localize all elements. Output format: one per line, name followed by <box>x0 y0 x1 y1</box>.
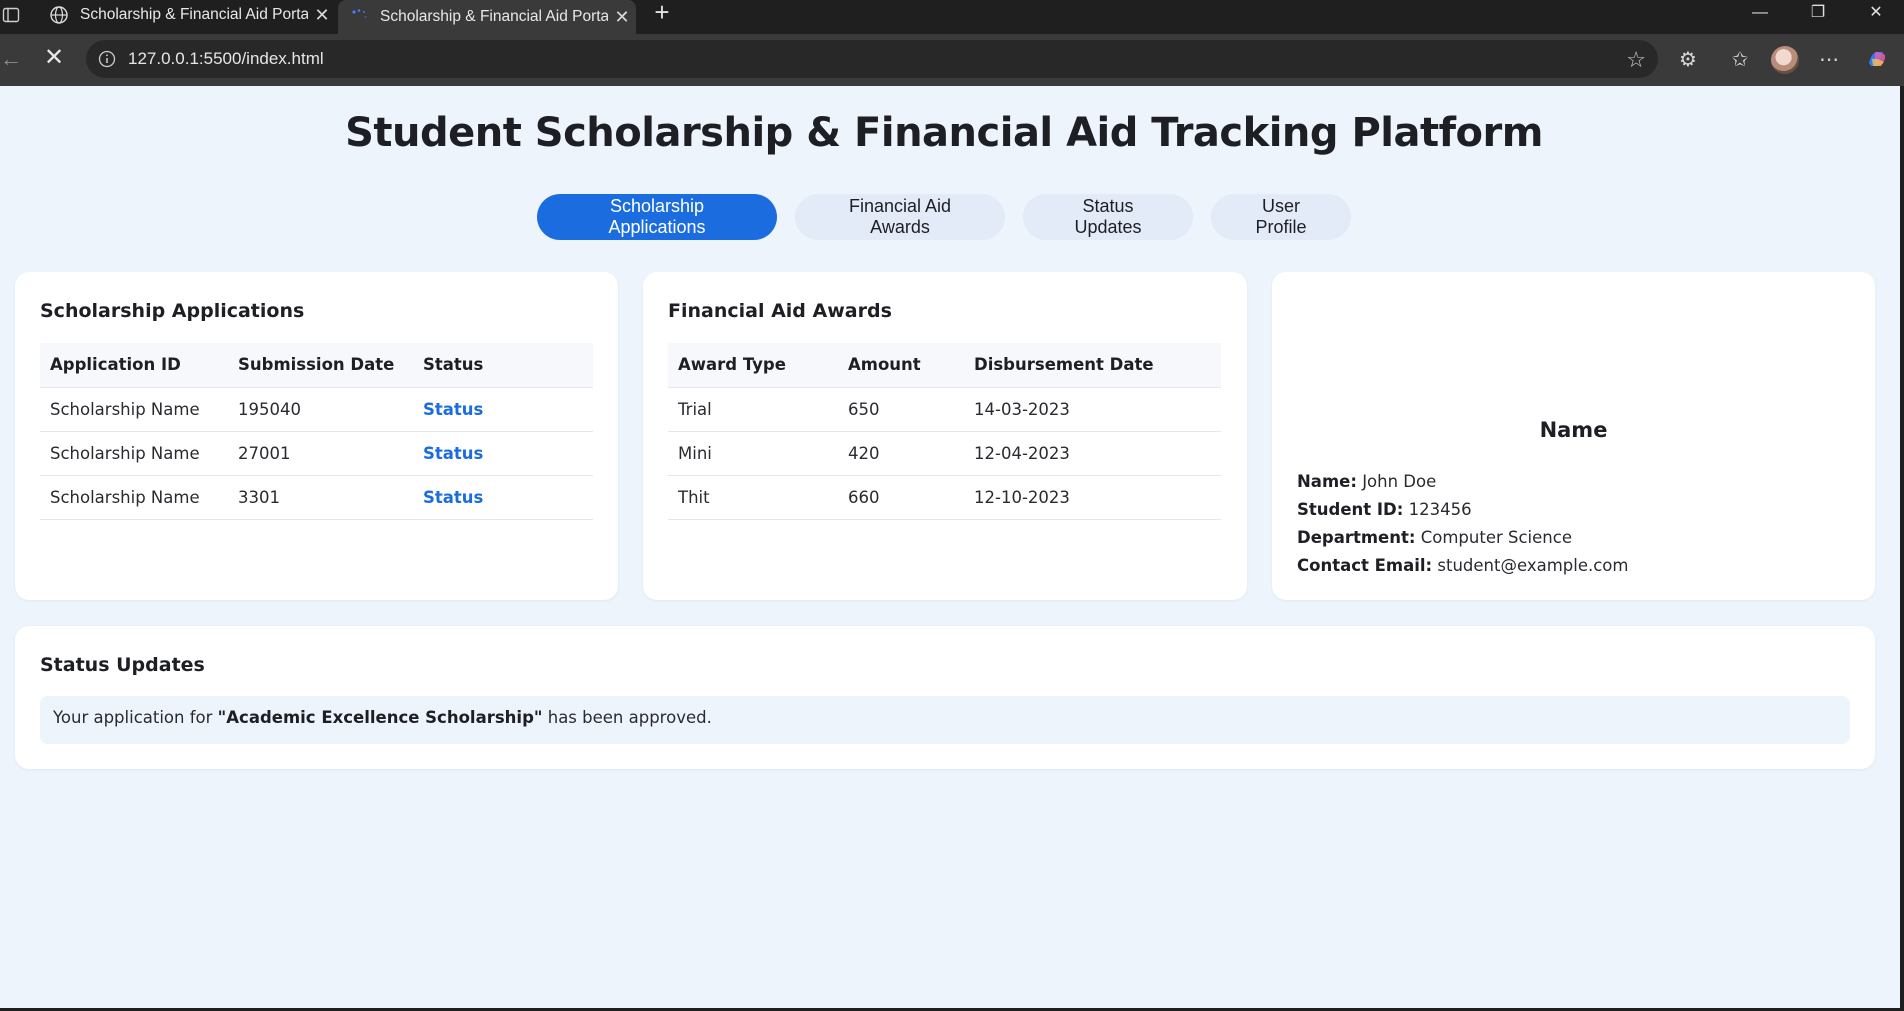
restore-icon[interactable]: ❐ <box>1790 0 1846 28</box>
submission-date: 3301 <box>228 475 413 520</box>
submission-date: 27001 <box>228 431 413 476</box>
avatar[interactable] <box>1771 46 1799 74</box>
field-value: John Doe <box>1362 472 1437 491</box>
profile-heading: Name <box>1539 418 1608 442</box>
message-suffix: has been approved. <box>547 708 712 727</box>
status-updates-heading: Status Updates <box>40 654 205 676</box>
url-text[interactable]: 127.0.0.1:5500/index.html <box>128 49 324 69</box>
applications-table: Application ID Submission Date Status Sc… <box>40 343 593 520</box>
profile-field: Department: Computer Science <box>1297 524 1628 552</box>
award-amount: 650 <box>838 387 964 432</box>
window-border <box>1900 86 1904 1011</box>
awards-heading: Financial Aid Awards <box>668 300 892 322</box>
award-type: Thit <box>668 475 838 520</box>
tab-title: Scholarship & Financial Aid Portal <box>80 6 308 23</box>
status-link[interactable]: Status <box>423 444 483 463</box>
application-name: Scholarship Name <box>40 387 228 432</box>
application-name: Scholarship Name <box>40 475 228 520</box>
sidebar-toggle-icon[interactable] <box>2 6 22 26</box>
browser-tab-bar: Scholarship & Financial Aid Portal ✕ Sch… <box>0 0 1904 34</box>
column-header: Application ID <box>40 343 228 388</box>
browser-tab-2[interactable]: Scholarship & Financial Aid Portal ✕ <box>338 0 636 34</box>
column-header: Award Type <box>668 343 838 388</box>
globe-icon <box>48 4 70 26</box>
browser-toolbar: ← ✕ 127.0.0.1:5500/index.html ☆ ⚙ ✩ ⋯ <box>0 34 1904 86</box>
award-type: Mini <box>668 431 838 476</box>
profile-field: Contact Email: student@example.com <box>1297 552 1628 580</box>
award-amount: 420 <box>838 431 964 476</box>
tab-user-profile[interactable]: User Profile <box>1211 194 1351 240</box>
section-nav: Scholarship Applications Financial Aid A… <box>0 194 1888 240</box>
disbursement-date: 12-04-2023 <box>964 431 1221 476</box>
stop-icon[interactable]: ✕ <box>44 45 66 71</box>
close-icon[interactable]: ✕ <box>608 7 636 28</box>
award-type: Trial <box>668 387 838 432</box>
column-header: Status <box>413 343 593 388</box>
close-icon[interactable]: ✕ <box>1848 0 1904 28</box>
minimize-icon[interactable]: — <box>1732 0 1788 28</box>
star-icon[interactable]: ☆ <box>1626 47 1646 73</box>
close-icon[interactable]: ✕ <box>308 5 336 26</box>
status-link[interactable]: Status <box>423 400 483 419</box>
tab-financial-aid-awards[interactable]: Financial Aid Awards <box>795 194 1005 240</box>
table-row: Scholarship Name 195040 Status <box>40 387 593 432</box>
copilot-icon[interactable] <box>1864 47 1890 73</box>
column-header: Amount <box>838 343 964 388</box>
field-label: Department: <box>1297 528 1416 547</box>
table-row: Thit 660 12-10-2023 <box>668 475 1221 520</box>
column-header: Submission Date <box>228 343 413 388</box>
page-viewport: Student Scholarship & Financial Aid Trac… <box>0 86 1900 1008</box>
status-update-message: Your application for "Academic Excellenc… <box>40 696 1850 744</box>
awards-table: Award Type Amount Disbursement Date Tria… <box>668 343 1221 520</box>
disbursement-date: 12-10-2023 <box>964 475 1221 520</box>
column-header: Disbursement Date <box>964 343 1221 388</box>
message-prefix: Your application for <box>53 708 213 727</box>
field-label: Name: <box>1297 472 1357 491</box>
table-header-row: Award Type Amount Disbursement Date <box>668 343 1221 388</box>
address-bar[interactable]: 127.0.0.1:5500/index.html ☆ <box>86 40 1658 78</box>
extensions-icon[interactable]: ⚙ <box>1675 47 1701 73</box>
more-icon[interactable]: ⋯ <box>1816 47 1842 73</box>
applications-heading: Scholarship Applications <box>40 300 305 322</box>
field-value: student@example.com <box>1437 556 1629 575</box>
loading-spinner-icon <box>348 6 370 28</box>
table-row: Scholarship Name 3301 Status <box>40 475 593 520</box>
status-updates-card: Status Updates Your application for "Aca… <box>15 626 1875 769</box>
award-amount: 660 <box>838 475 964 520</box>
table-header-row: Application ID Submission Date Status <box>40 343 593 388</box>
application-name: Scholarship Name <box>40 431 228 476</box>
tab-title: Scholarship & Financial Aid Portal <box>380 8 608 25</box>
profile-card: Name Name: John Doe Student ID: 123456 D… <box>1272 272 1875 600</box>
profile-field: Student ID: 123456 <box>1297 496 1628 524</box>
status-link[interactable]: Status <box>423 488 483 507</box>
browser-tab-1[interactable]: Scholarship & Financial Aid Portal ✕ <box>38 0 336 30</box>
profile-field: Name: John Doe <box>1297 468 1628 496</box>
field-value: Computer Science <box>1420 528 1572 547</box>
submission-date: 195040 <box>228 387 413 432</box>
plus-icon[interactable]: + <box>648 0 676 26</box>
tab-scholarship-applications[interactable]: Scholarship Applications <box>537 194 777 240</box>
table-row: Scholarship Name 27001 Status <box>40 431 593 476</box>
field-label: Contact Email: <box>1297 556 1433 575</box>
applications-card: Scholarship Applications Application ID … <box>15 272 618 600</box>
field-label: Student ID: <box>1297 500 1404 519</box>
awards-card: Financial Aid Awards Award Type Amount D… <box>643 272 1247 600</box>
table-row: Trial 650 14-03-2023 <box>668 387 1221 432</box>
info-icon[interactable] <box>98 50 116 68</box>
profile-details: Name: John Doe Student ID: 123456 Depart… <box>1297 468 1628 580</box>
favorites-icon[interactable]: ✩ <box>1727 47 1753 73</box>
back-arrow-icon[interactable]: ← <box>0 46 22 71</box>
table-row: Mini 420 12-04-2023 <box>668 431 1221 476</box>
scholarship-title: "Academic Excellence Scholarship" <box>217 708 543 727</box>
field-value: 123456 <box>1408 500 1472 519</box>
tab-status-updates[interactable]: Status Updates <box>1023 194 1193 240</box>
disbursement-date: 14-03-2023 <box>964 387 1221 432</box>
page-title: Student Scholarship & Financial Aid Trac… <box>345 110 1543 156</box>
